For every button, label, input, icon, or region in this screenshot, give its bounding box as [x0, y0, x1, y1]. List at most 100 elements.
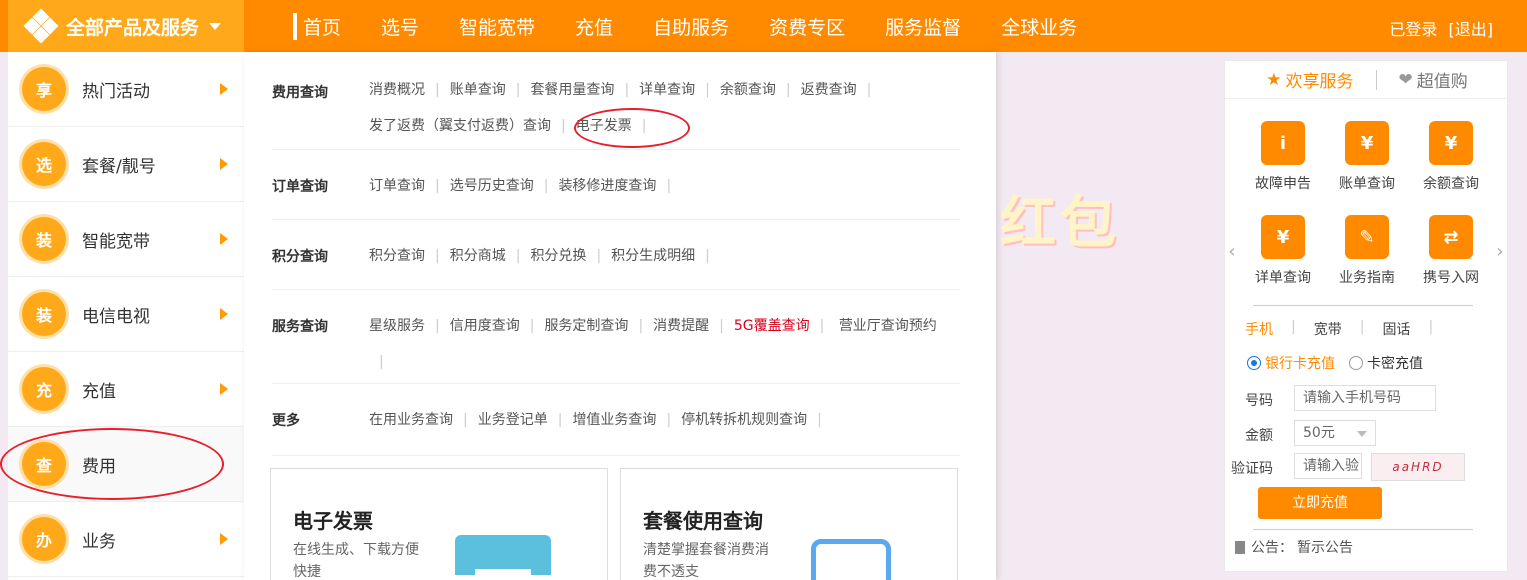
link-service-custom[interactable]: 服务定制查询	[544, 308, 628, 344]
tab-mobile[interactable]: 手机	[1245, 319, 1273, 339]
svc-business-guide[interactable]: ✎ 业务指南	[1325, 215, 1409, 287]
bill-book-icon: ¥	[1345, 121, 1389, 165]
nav-recharge[interactable]: 充值	[575, 13, 613, 40]
recharge-type-tabs: 手机 | 宽带 | 固话 |	[1245, 319, 1434, 339]
sim-transfer-icon: ⇄	[1429, 215, 1473, 259]
svc-balance-query[interactable]: ¥ 余额查询	[1409, 121, 1493, 193]
link-bestpay-rebate[interactable]: 发了返费（翼支付返费）查询	[369, 108, 551, 144]
link-points-query[interactable]: 积分查询	[369, 238, 425, 274]
recharge-now-button[interactable]: 立即充值	[1258, 487, 1382, 519]
category-sidebar: 享 热门活动 选 套餐/靓号 装 智能宽带 装 电信电视 充 充值 查 费用 办…	[8, 52, 244, 580]
promo-banner-text: 红包	[1000, 191, 1120, 256]
link-number-history[interactable]: 选号历史查询	[450, 168, 534, 204]
section-more: 更多 在用业务查询 | 业务登记单 | 增值业务查询 | 停机转拆机规则查询 |	[272, 384, 960, 456]
divider	[1253, 529, 1473, 530]
top-nav: 全部产品及服务 首页 选号 智能宽带 充值 自助服务 资费专区 服务监督 全球业…	[0, 0, 1527, 52]
sidebar-item-label: 热门活动	[82, 81, 150, 102]
svc-port-number[interactable]: ⇄ 携号入网	[1409, 215, 1493, 287]
plan-usage-card[interactable]: 套餐使用查询 清楚掌握套餐消费消费不透支	[620, 468, 958, 580]
link-5g-coverage[interactable]: 5G覆盖查询	[734, 308, 810, 344]
sidebar-item-hot-activities[interactable]: 享 热门活动	[8, 52, 244, 127]
nav-global[interactable]: 全球业务	[1001, 13, 1077, 40]
link-consumption-overview[interactable]: 消费概况	[369, 72, 425, 108]
phone-number-input[interactable]: 请输入手机号码	[1294, 385, 1436, 411]
sidebar-item-label: 电信电视	[82, 306, 150, 327]
captcha-row: 验证码 请输入验 aaHRD	[1225, 453, 1509, 481]
captcha-input[interactable]: 请输入验	[1294, 453, 1362, 479]
link-balance-query[interactable]: 余额查询	[720, 72, 776, 108]
recharge-method: 银行卡充值 卡密充值	[1247, 353, 1437, 373]
nav-broadband[interactable]: 智能宽带	[459, 13, 535, 40]
link-consumption-reminder[interactable]: 消费提醒	[653, 308, 709, 344]
link-points-mall[interactable]: 积分商城	[450, 238, 506, 274]
tab-enjoy-service[interactable]: ★ 欢享服务	[1266, 67, 1353, 93]
svc-fault-report[interactable]: i 故障申告	[1241, 121, 1325, 193]
chevron-right-icon	[220, 308, 228, 320]
link-plan-usage[interactable]: 套餐用量查询	[530, 72, 614, 108]
chevron-right-icon	[220, 83, 228, 95]
svc-bill-query[interactable]: ¥ 账单查询	[1325, 121, 1409, 193]
caret-down-icon	[209, 22, 222, 30]
link-points-detail[interactable]: 积分生成明细	[611, 238, 695, 274]
notice-text[interactable]: 暂示公告	[1297, 537, 1353, 557]
tab-landline[interactable]: 固话	[1382, 319, 1410, 339]
link-e-invoice[interactable]: 电子发票	[576, 108, 632, 144]
link-repair-progress[interactable]: 装移修进度查询	[558, 168, 656, 204]
section-links: 订单查询 | 选号历史查询 | 装移修进度查询 |	[369, 168, 959, 204]
link-rebate-query[interactable]: 返费查询	[801, 72, 857, 108]
chevron-down-icon	[1357, 431, 1367, 437]
logout-link[interactable]: [退出]	[1449, 20, 1494, 39]
sidebar-item-business[interactable]: 办 业务	[8, 502, 244, 577]
link-points-exchange[interactable]: 积分兑换	[530, 238, 586, 274]
sidebar-item-plans[interactable]: 选 套餐/靓号	[8, 127, 244, 202]
sidebar-item-broadband[interactable]: 装 智能宽带	[8, 202, 244, 277]
handle-badge-icon: 办	[22, 517, 66, 561]
link-order-query[interactable]: 订单查询	[369, 168, 425, 204]
svc-detail-query[interactable]: ¥ 详单查询	[1241, 215, 1325, 287]
svc-label: 详单查询	[1255, 270, 1311, 286]
section-title: 服务查询	[272, 319, 328, 335]
link-star-service[interactable]: 星级服务	[369, 308, 425, 344]
telecom-logo-icon	[23, 8, 59, 44]
link-suspend-rules[interactable]: 停机转拆机规则查询	[681, 402, 807, 438]
chevron-left-icon[interactable]: ‹	[1225, 237, 1239, 267]
section-title: 更多	[272, 413, 300, 429]
sidebar-item-recharge[interactable]: 充 充值	[8, 352, 244, 427]
link-service-register[interactable]: 业务登记单	[478, 402, 548, 438]
number-label: 号码	[1245, 393, 1273, 409]
recharge-badge-icon: 充	[22, 367, 66, 411]
printer-paper-shape	[475, 569, 531, 580]
document-icon	[1235, 540, 1245, 554]
sidebar-item-fees[interactable]: 查 费用	[8, 427, 244, 502]
nav-number-select[interactable]: 选号	[381, 13, 419, 40]
radio-bank-card[interactable]	[1247, 356, 1261, 370]
tab-value-buy[interactable]: ❤ 超值购	[1399, 67, 1468, 93]
sidebar-item-telecom-tv[interactable]: 装 电信电视	[8, 277, 244, 352]
card-title: 电子发票	[293, 509, 373, 533]
captcha-image[interactable]: aaHRD	[1371, 453, 1465, 481]
section-links: 消费概况 | 账单查询 | 套餐用量查询 | 详单查询 | 余额查询 | 返费查询 | 发了返费（翼支…	[369, 72, 959, 144]
radio-label: 卡密充值	[1367, 356, 1423, 372]
nav-supervision[interactable]: 服务监督	[885, 13, 961, 40]
amount-select[interactable]: 50元	[1294, 420, 1376, 446]
link-value-added[interactable]: 增值业务查询	[572, 402, 656, 438]
all-products-button[interactable]: 全部产品及服务	[8, 0, 244, 52]
sidebar-item-label: 业务	[82, 531, 116, 552]
link-detail-query[interactable]: 详单查询	[639, 72, 695, 108]
nav-tariff[interactable]: 资费专区	[769, 13, 845, 40]
svc-label: 故障申告	[1255, 176, 1311, 192]
link-bill-query[interactable]: 账单查询	[450, 72, 506, 108]
link-store-appointment[interactable]: 营业厅查询预约	[839, 308, 937, 344]
service-panel: ★ 欢享服务 ❤ 超值购 ‹ › i 故障申告 ¥ 账单查询 ¥ 余额查询 ¥ …	[1224, 60, 1509, 572]
main-nav: 首页 选号 智能宽带 充值 自助服务 资费专区 服务监督 全球业务	[293, 0, 1117, 52]
radio-card-password[interactable]	[1349, 356, 1363, 370]
detail-yuan-icon: ¥	[1261, 215, 1305, 259]
chevron-right-icon[interactable]: ›	[1493, 237, 1507, 267]
chevron-right-icon	[220, 158, 228, 170]
nav-home[interactable]: 首页	[293, 12, 341, 40]
link-credit-query[interactable]: 信用度查询	[450, 308, 520, 344]
nav-self-service[interactable]: 自助服务	[653, 13, 729, 40]
link-active-services[interactable]: 在用业务查询	[369, 402, 453, 438]
e-invoice-card[interactable]: 电子发票 在线生成、下载方便快捷	[270, 468, 608, 580]
tab-broadband[interactable]: 宽带	[1314, 319, 1342, 339]
